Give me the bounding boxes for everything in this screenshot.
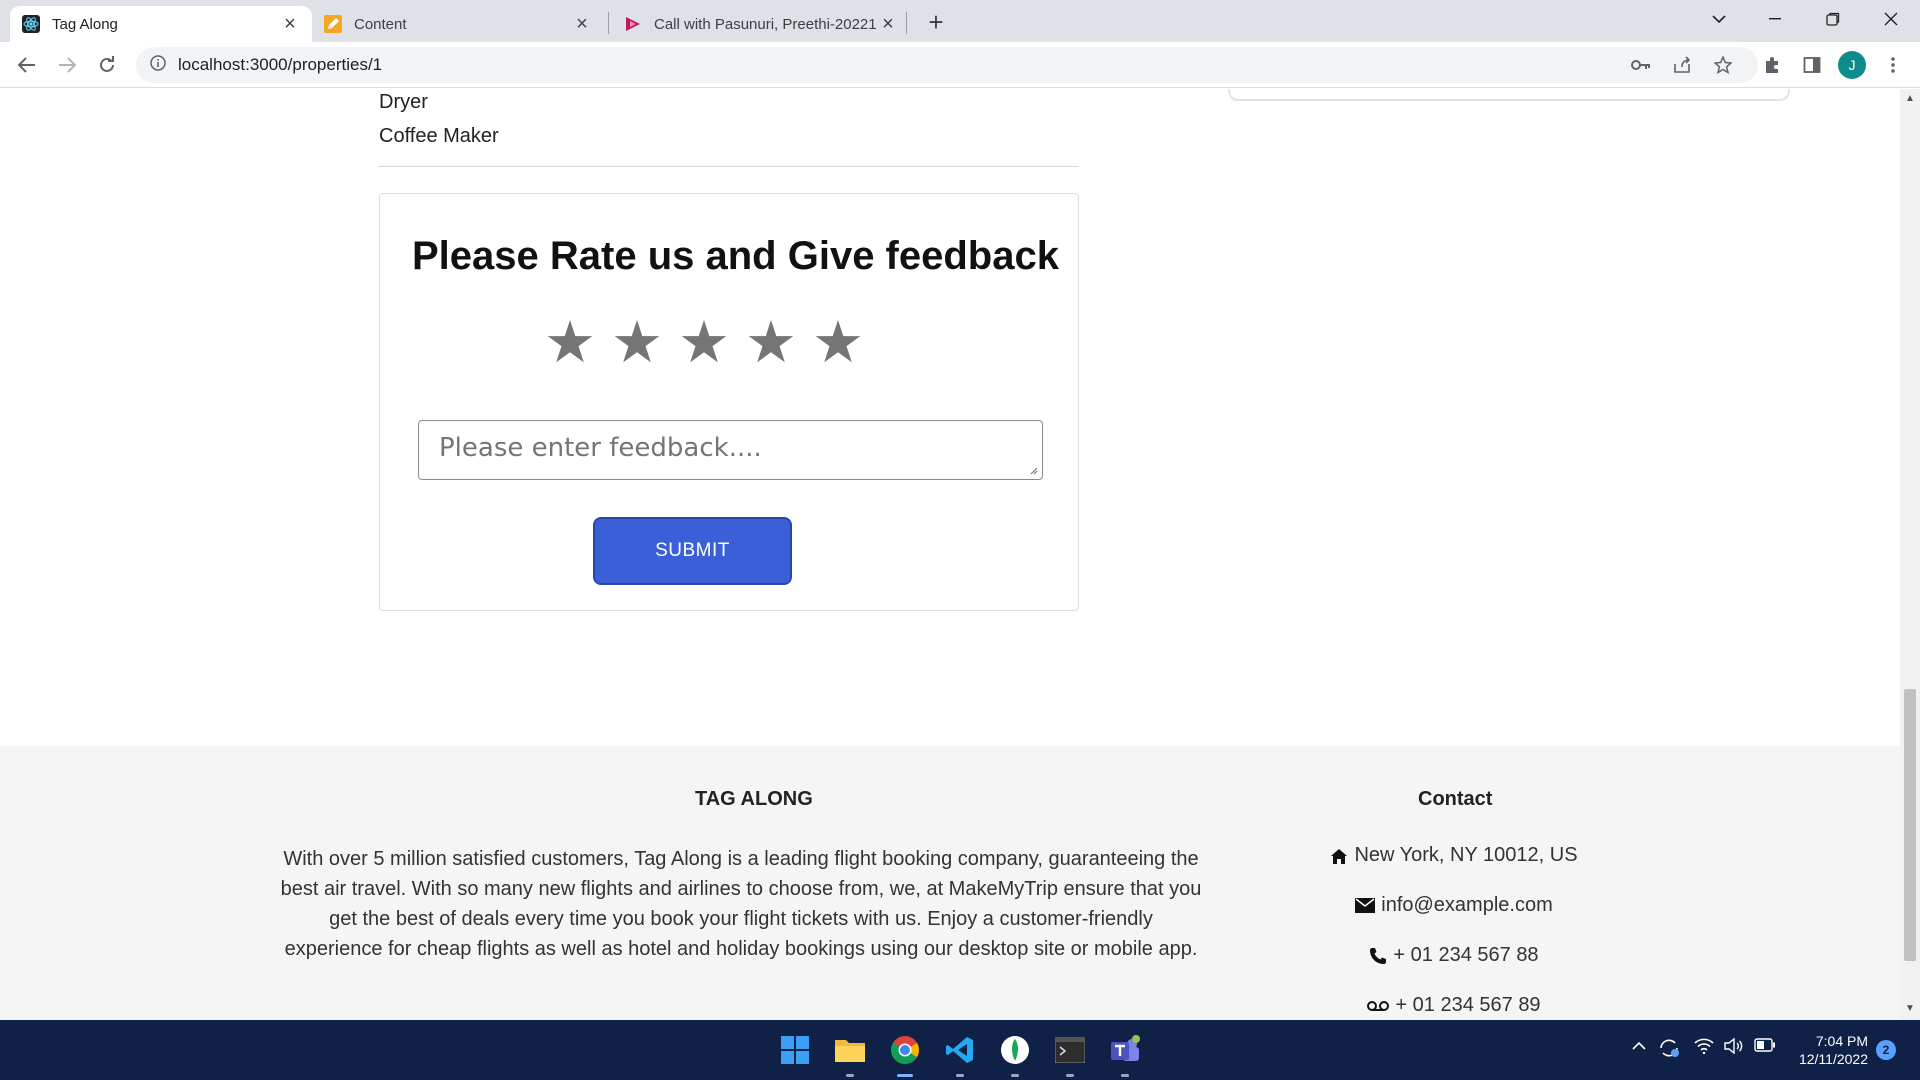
contact-email: info@example.com xyxy=(1200,894,1708,917)
running-indicator xyxy=(956,1074,964,1077)
reload-button[interactable] xyxy=(92,50,122,80)
contact-text: New York, NY 10012, US xyxy=(1354,844,1578,866)
forward-button[interactable] xyxy=(52,50,82,80)
react-icon xyxy=(22,15,40,33)
share-icon[interactable] xyxy=(1667,50,1697,80)
feedback-input[interactable] xyxy=(418,420,1043,480)
voicemail-icon xyxy=(1367,1000,1390,1012)
browser-tab-strip: Tag Along × Content × Call with Pasunuri… xyxy=(0,0,1920,42)
star-icon[interactable]: ★ xyxy=(544,314,596,372)
tab-title: Content xyxy=(354,15,407,33)
footer: TAG ALONG With over 5 million satisfied … xyxy=(0,746,1900,1020)
booking-card-edge xyxy=(1228,89,1790,101)
scrollbar-thumb[interactable] xyxy=(1904,689,1916,961)
home-icon xyxy=(1330,847,1348,865)
show-hidden-icons-chevron-icon[interactable] xyxy=(1632,1038,1646,1056)
tab-separator xyxy=(906,12,907,34)
running-indicator xyxy=(1011,1074,1019,1077)
contact-text: + 01 234 567 88 xyxy=(1393,944,1539,966)
wifi-icon[interactable] xyxy=(1694,1038,1714,1059)
menu-kebab-icon[interactable] xyxy=(1878,50,1908,80)
contact-text: + 01 234 567 89 xyxy=(1395,994,1541,1016)
system-clock[interactable]: 7:04 PM 12/11/2022 xyxy=(1792,1032,1868,1068)
teams-icon[interactable] xyxy=(1107,1032,1143,1077)
new-tab-button[interactable]: + xyxy=(922,7,950,37)
star-icon[interactable]: ★ xyxy=(678,314,730,372)
tab-tag-along[interactable]: Tag Along × xyxy=(10,6,312,42)
volume-icon[interactable] xyxy=(1724,1037,1744,1059)
running-indicator xyxy=(1066,1074,1074,1077)
active-indicator xyxy=(897,1074,913,1077)
bookmark-star-icon[interactable] xyxy=(1708,50,1738,80)
mongodb-compass-icon[interactable] xyxy=(997,1032,1033,1077)
close-tab-icon[interactable]: × xyxy=(572,13,592,35)
stream-play-icon xyxy=(624,15,642,33)
footer-about-text: With over 5 million satisfied customers,… xyxy=(280,848,1202,960)
footer-brand: TAG ALONG xyxy=(695,788,813,810)
star-rating: ★ ★ ★ ★ ★ xyxy=(544,314,864,372)
terminal-icon[interactable] xyxy=(1052,1032,1088,1077)
contact-title: Contact xyxy=(1418,788,1493,810)
contact-text: info@example.com xyxy=(1381,894,1553,916)
clock-date: 12/11/2022 xyxy=(1798,1051,1868,1067)
minimize-button[interactable] xyxy=(1752,4,1798,34)
extensions-puzzle-icon[interactable] xyxy=(1757,50,1787,80)
feedback-card: Please Rate us and Give feedback ★ ★ ★ ★… xyxy=(379,193,1079,611)
star-icon[interactable]: ★ xyxy=(745,314,797,372)
notification-badge[interactable]: 2 xyxy=(1876,1040,1896,1060)
envelope-icon xyxy=(1355,898,1376,913)
divider xyxy=(379,166,1079,167)
battery-icon[interactable] xyxy=(1754,1038,1776,1057)
profile-avatar[interactable]: J xyxy=(1838,51,1866,79)
url-text: localhost:3000/properties/1 xyxy=(178,55,383,74)
side-panel-icon[interactable] xyxy=(1797,50,1827,80)
resize-grip-icon[interactable] xyxy=(1028,465,1040,477)
file-explorer-icon[interactable] xyxy=(832,1032,868,1077)
star-icon[interactable]: ★ xyxy=(611,314,663,372)
tab-content[interactable]: Content × xyxy=(312,6,604,42)
close-tab-icon[interactable]: × xyxy=(878,13,898,35)
close-tab-icon[interactable]: × xyxy=(280,13,300,35)
contact-phone: + 01 234 567 88 xyxy=(1200,944,1708,967)
phone-icon xyxy=(1369,947,1387,965)
amenity-item: Dryer xyxy=(379,91,428,113)
windows-start-icon[interactable] xyxy=(777,1032,813,1068)
scroll-up-icon[interactable]: ▲ xyxy=(1904,93,1916,105)
windows-taskbar: 7:04 PM 12/11/2022 2 xyxy=(0,1020,1920,1080)
key-icon[interactable] xyxy=(1626,50,1656,80)
edit-pencil-icon xyxy=(324,15,342,33)
scroll-down-icon[interactable]: ▼ xyxy=(1904,1003,1916,1015)
address-bar[interactable]: localhost:3000/properties/1 xyxy=(136,47,1758,83)
running-indicator xyxy=(846,1074,854,1077)
tab-title: Tag Along xyxy=(52,15,118,33)
tab-title: Call with Pasunuri, Preethi-20221 xyxy=(654,15,877,33)
submit-button[interactable]: SUBMIT xyxy=(593,517,792,585)
amenity-item: Coffee Maker xyxy=(379,125,499,147)
sync-icon[interactable] xyxy=(1658,1038,1680,1063)
back-button[interactable] xyxy=(12,50,42,80)
tab-search-chevron-icon[interactable] xyxy=(1696,4,1742,34)
contact-address: New York, NY 10012, US xyxy=(1200,844,1708,867)
site-info-icon[interactable] xyxy=(150,54,166,76)
tab-call[interactable]: Call with Pasunuri, Preethi-20221 × xyxy=(612,6,910,42)
star-icon[interactable]: ★ xyxy=(812,314,864,372)
vscode-icon[interactable] xyxy=(942,1032,978,1077)
page-scrollbar[interactable]: ▲ ▼ xyxy=(1900,89,1920,1020)
contact-voicemail: + 01 234 567 89 xyxy=(1200,994,1708,1017)
clock-time: 7:04 PM xyxy=(1815,1033,1868,1049)
tab-separator xyxy=(608,12,609,34)
browser-toolbar: localhost:3000/properties/1 J xyxy=(0,42,1920,88)
chrome-icon[interactable] xyxy=(887,1032,923,1077)
page-viewport: Dryer Coffee Maker Please Rate us and Gi… xyxy=(0,89,1900,1020)
feedback-title: Please Rate us and Give feedback xyxy=(412,234,1059,278)
close-window-button[interactable] xyxy=(1868,4,1914,34)
running-indicator xyxy=(1121,1074,1129,1077)
restore-button[interactable] xyxy=(1810,4,1856,34)
